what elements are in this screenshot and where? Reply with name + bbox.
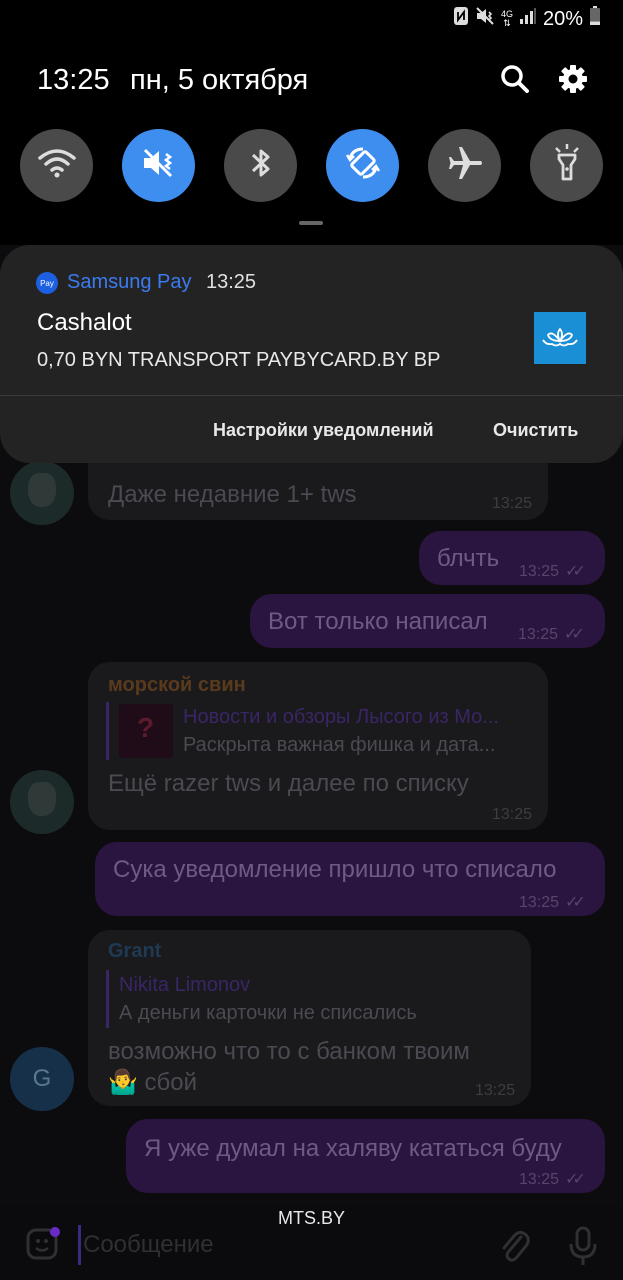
message-input[interactable] <box>78 1225 478 1265</box>
search-icon[interactable] <box>498 62 532 96</box>
vibrate-icon <box>475 6 495 32</box>
reply-text: А деньги карточки не списались <box>119 1002 417 1024</box>
rotate-icon <box>344 144 382 187</box>
read-checkmarks-icon: ✓✓ <box>565 894 586 911</box>
quick-toggle-bluetooth[interactable] <box>224 129 297 202</box>
message-time: 13:25 ✓✓ <box>518 624 585 644</box>
message-bubble[interactable]: морской свин Новости и обзоры Лысого из … <box>88 662 548 830</box>
message-time: 13:25 ✓✓ <box>519 561 586 581</box>
sender-name: Grant <box>108 940 162 962</box>
read-checkmarks-icon: ✓✓ <box>565 1171 586 1188</box>
quick-toggle-flashlight[interactable] <box>530 129 603 202</box>
message-time: 13:25 ✓✓ <box>519 1169 586 1189</box>
read-checkmarks-icon: ✓✓ <box>564 626 585 643</box>
emoji-icon[interactable] <box>24 1225 62 1263</box>
notification-app-name: Samsung Pay <box>67 271 192 293</box>
quick-toggle-wifi[interactable] <box>20 129 93 202</box>
shade-date[interactable]: пн, 5 октября <box>130 64 308 97</box>
wifi-icon <box>37 147 77 184</box>
message-text: Вот только написал <box>268 608 488 635</box>
notification-card[interactable]: Pay Samsung Pay 13:25 Cashalot 0,70 BYN … <box>0 245 623 463</box>
status-bar: 4G ⇅ 20% <box>453 6 601 32</box>
message-text: возможно что то с банком твоим <box>108 1038 470 1065</box>
app-icon-label: Pay <box>40 278 54 288</box>
message-bubble[interactable]: Я уже думал на халяву кататься буду 13:2… <box>126 1119 605 1193</box>
avatar[interactable]: G <box>10 1047 74 1111</box>
attach-icon[interactable] <box>497 1227 531 1265</box>
message-text: блчть <box>437 545 500 572</box>
reply-text: Раскрыта важная фишка и дата... <box>183 734 496 756</box>
reply-preview[interactable]: Nikita Limonov А деньги карточки не спис… <box>106 970 506 1028</box>
message-time-value: 13:25 <box>518 626 559 643</box>
notification-content[interactable]: Pay Samsung Pay 13:25 Cashalot 0,70 BYN … <box>0 245 623 396</box>
message-bubble[interactable]: Grant Nikita Limonov А деньги карточки н… <box>88 930 531 1106</box>
quick-toggle-auto-rotate[interactable] <box>326 129 399 202</box>
shade-drag-handle[interactable] <box>299 221 323 225</box>
battery-percent: 20% <box>542 7 583 30</box>
settings-icon[interactable] <box>556 62 590 96</box>
quick-toggle-sound[interactable] <box>122 129 195 202</box>
card-divider <box>0 395 623 396</box>
notification-settings-button[interactable]: Настройки уведомлений <box>213 420 434 441</box>
quick-toggle-airplane[interactable] <box>428 129 501 202</box>
airplane-icon <box>446 144 484 187</box>
message-bubble[interactable]: Вот только написал 13:25 ✓✓ <box>250 594 605 648</box>
reply-thumbnail <box>119 704 173 758</box>
avatar[interactable] <box>10 461 74 525</box>
read-checkmarks-icon: ✓✓ <box>565 563 586 580</box>
vibrate-icon <box>140 146 178 185</box>
message-time: 13:25 <box>491 495 532 512</box>
nfc-icon <box>453 6 469 32</box>
message-text: Сука уведомление пришло что списало <box>113 856 557 883</box>
clear-button[interactable]: Очистить <box>493 420 578 441</box>
sender-name: морской свин <box>108 674 246 696</box>
message-time: 13:25 ✓✓ <box>519 892 586 912</box>
reply-preview[interactable]: Новости и обзоры Лысого из Мо... Раскрыт… <box>106 702 536 760</box>
reply-author: Nikita Limonov <box>119 974 251 996</box>
avatar[interactable] <box>10 770 74 834</box>
network-4g-icon: 4G ⇅ <box>500 9 513 28</box>
reply-author: Новости и обзоры Лысого из Мо... <box>183 706 499 728</box>
samsung-pay-icon: Pay <box>36 272 58 294</box>
message-text: Даже недавние 1+ tws <box>108 481 357 508</box>
flashlight-icon <box>551 143 583 188</box>
notification-title: Cashalot <box>37 309 132 336</box>
message-bubble[interactable]: Сука уведомление пришло что списало 13:2… <box>95 842 605 916</box>
message-text: Я уже думал на халяву кататься буду <box>144 1135 562 1162</box>
mic-icon[interactable] <box>566 1225 600 1267</box>
message-bubble[interactable]: блчть 13:25 ✓✓ <box>419 531 605 585</box>
avatar-letter: G <box>32 1065 52 1092</box>
message-time-value: 13:25 <box>519 1171 560 1188</box>
bluetooth-icon <box>246 145 276 186</box>
notification-time: 13:25 <box>206 271 257 293</box>
carrier-label: MTS.BY <box>277 1208 345 1228</box>
message-time: 13:25 <box>474 1082 515 1099</box>
message-time: 13:25 <box>491 806 532 823</box>
shade-clock: 13:25 <box>37 64 110 96</box>
battery-icon <box>589 6 601 32</box>
message-time-value: 13:25 <box>519 894 560 911</box>
message-text: Ещё razer tws и далее по списку <box>108 770 469 797</box>
signal-icon <box>519 7 537 31</box>
message-text: 🤷‍♂️ сбой <box>108 1069 198 1096</box>
notification-text: 0,70 BYN TRANSPORT PAYBYCARD.BY BP <box>37 349 441 371</box>
cashalot-logo-icon <box>534 312 586 364</box>
notification-shade: 4G ⇅ 20% 13:25 пн, 5 октября <box>0 0 623 245</box>
message-time-value: 13:25 <box>519 563 560 580</box>
